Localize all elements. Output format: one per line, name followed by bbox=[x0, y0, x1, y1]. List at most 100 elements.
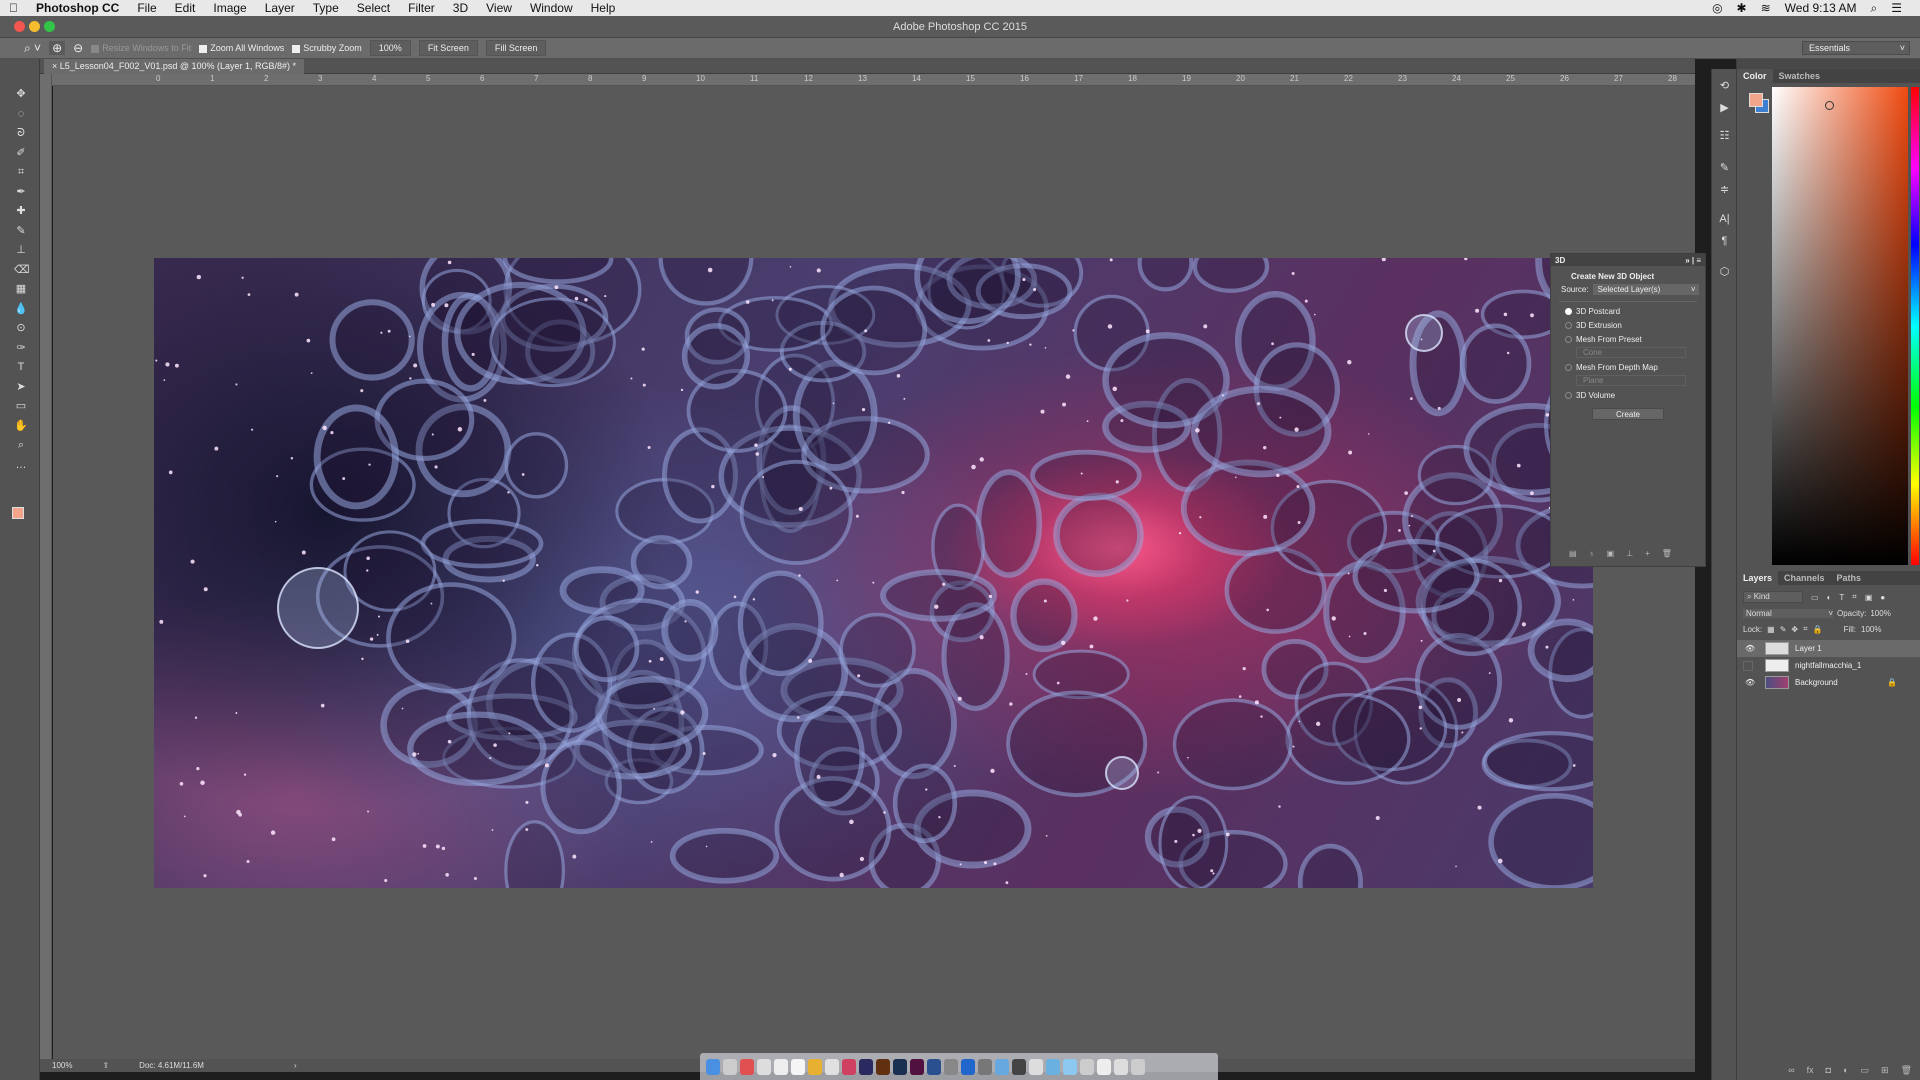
radio-mesh-from-preset[interactable]: Mesh From Preset bbox=[1565, 335, 1705, 344]
dock-app-icon[interactable] bbox=[1080, 1058, 1094, 1075]
dock-app-icon[interactable] bbox=[1097, 1058, 1111, 1075]
tool-icon[interactable]: 💧 bbox=[14, 302, 28, 316]
hue-slider[interactable] bbox=[1911, 87, 1919, 565]
close-window-button[interactable] bbox=[14, 21, 25, 32]
actions-play-icon[interactable]: ▶ bbox=[1717, 101, 1732, 116]
layer-filter-dropdown[interactable]: ⌕ Kind bbox=[1743, 591, 1803, 603]
creative-cloud-icon[interactable]: ◎ bbox=[1712, 1, 1722, 15]
properties-icon[interactable]: ☷ bbox=[1717, 129, 1732, 144]
tool-icon[interactable]: ✐ bbox=[14, 146, 28, 160]
tool-icon[interactable]: … bbox=[14, 458, 28, 472]
dock-app-icon[interactable] bbox=[774, 1058, 788, 1075]
dock-app-icon[interactable] bbox=[944, 1058, 958, 1075]
document-image[interactable] bbox=[154, 258, 1593, 888]
menu-filter[interactable]: Filter bbox=[399, 1, 444, 15]
dock-app-icon[interactable] bbox=[910, 1058, 924, 1075]
create-button[interactable]: Create bbox=[1592, 408, 1664, 420]
tab-layers[interactable]: Layers bbox=[1737, 571, 1779, 585]
tab-color[interactable]: Color bbox=[1737, 69, 1773, 83]
panel-menu-icon[interactable]: » | ≡ bbox=[1685, 256, 1705, 265]
tool-icon[interactable]: ✋ bbox=[14, 419, 28, 433]
tab-swatches[interactable]: Swatches bbox=[1773, 69, 1827, 83]
menu-select[interactable]: Select bbox=[348, 1, 399, 15]
share-icon[interactable]: ⇪ bbox=[102, 1061, 109, 1070]
color-picker-handle[interactable] bbox=[1825, 101, 1834, 110]
dock-app-icon[interactable] bbox=[1063, 1058, 1077, 1075]
lock-artboard-icon[interactable]: ⌗ bbox=[1803, 624, 1808, 634]
radio-mesh-from-depth-map[interactable]: Mesh From Depth Map bbox=[1565, 363, 1705, 372]
adjustments-icon[interactable]: ≑ bbox=[1717, 183, 1732, 198]
zoom-all-windows-checkbox[interactable]: Zoom All Windows bbox=[199, 43, 284, 53]
dock-app-icon[interactable] bbox=[1029, 1058, 1043, 1075]
document-tab[interactable]: × L5_Lesson04_F002_V01.psd @ 100% (Layer… bbox=[44, 59, 305, 74]
workspace-dropdown[interactable]: Essentials ˅ bbox=[1802, 41, 1910, 55]
tool-icon[interactable]: ▭ bbox=[14, 399, 28, 413]
zoom-out-icon[interactable]: ⊖ bbox=[73, 41, 83, 55]
filter-toggle[interactable]: ● bbox=[1880, 593, 1885, 602]
tool-icon[interactable]: ➤ bbox=[14, 380, 28, 394]
zoom-window-button[interactable] bbox=[44, 21, 55, 32]
visibility-eye-icon[interactable]: 👁 bbox=[1745, 674, 1755, 691]
color-field[interactable] bbox=[1772, 87, 1908, 565]
menu-edit[interactable]: Edit bbox=[166, 1, 205, 15]
dock-app-icon[interactable] bbox=[1114, 1058, 1128, 1075]
filter-adjustment-icon[interactable]: ◐ bbox=[1827, 593, 1832, 602]
dock-app-icon[interactable] bbox=[1012, 1058, 1026, 1075]
tool-icon[interactable]: ◌ bbox=[14, 107, 28, 121]
lock-transparency-icon[interactable]: ▦ bbox=[1767, 625, 1775, 634]
adjustment-layer-icon[interactable]: ◐ bbox=[1843, 1065, 1848, 1076]
dock-app-icon[interactable] bbox=[995, 1058, 1009, 1075]
dock-app-icon[interactable] bbox=[791, 1058, 805, 1075]
clock[interactable]: Wed 9:13 AM bbox=[1785, 1, 1857, 15]
zoom-value-field[interactable]: 100% bbox=[369, 40, 411, 56]
add-icon[interactable]: + bbox=[1645, 549, 1650, 558]
layer-row-background[interactable]: 👁 Background 🔒 bbox=[1737, 674, 1920, 691]
lock-position-icon[interactable]: ✥ bbox=[1791, 625, 1798, 634]
dock-app-icon[interactable] bbox=[893, 1058, 907, 1075]
history-icon[interactable]: ⟲ bbox=[1717, 79, 1732, 94]
tool-icon[interactable]: ⌫ bbox=[14, 263, 30, 277]
menu-file[interactable]: File bbox=[128, 1, 165, 15]
delete-layer-icon[interactable]: 🗑 bbox=[1901, 1065, 1912, 1076]
layer-name[interactable]: nightfallmacchia_1 bbox=[1795, 657, 1861, 674]
3d-panel-tab[interactable]: 3D bbox=[1555, 256, 1565, 265]
visibility-toggle-off[interactable] bbox=[1743, 661, 1753, 671]
menu-type[interactable]: Type bbox=[304, 1, 348, 15]
zoom-level[interactable]: 100% bbox=[52, 1061, 72, 1070]
opacity-field[interactable]: 100% bbox=[1870, 609, 1890, 618]
add-mask-icon[interactable]: ◘ bbox=[1826, 1065, 1831, 1076]
radio-3d-postcard[interactable]: 3D Postcard bbox=[1565, 307, 1705, 316]
character-icon[interactable]: A| bbox=[1717, 213, 1732, 228]
tool-icon[interactable]: ✒ bbox=[14, 185, 28, 199]
link-layers-icon[interactable]: ∞ bbox=[1788, 1065, 1794, 1076]
resize-windows-checkbox[interactable]: Resize Windows to Fit bbox=[91, 43, 191, 53]
tool-icon[interactable]: T bbox=[14, 360, 28, 374]
foreground-color-swatch[interactable] bbox=[12, 507, 24, 519]
radio-3d-volume[interactable]: 3D Volume bbox=[1565, 391, 1705, 400]
filter-smart-object-icon[interactable]: ▣ bbox=[1865, 593, 1873, 602]
filter-type-icon[interactable]: T bbox=[1839, 593, 1844, 602]
close-tab-icon[interactable]: × bbox=[52, 61, 60, 71]
lock-all-icon[interactable]: 🔒 bbox=[1813, 625, 1823, 634]
tool-icon[interactable]: ✎ bbox=[14, 224, 28, 238]
scrubby-zoom-checkbox[interactable]: Scrubby Zoom bbox=[292, 43, 362, 53]
tool-icon[interactable]: ✥ bbox=[14, 87, 28, 101]
light-icon[interactable]: ♁ bbox=[1589, 549, 1595, 558]
minimize-window-button[interactable] bbox=[29, 21, 40, 32]
tool-icon[interactable]: ⌗ bbox=[14, 165, 28, 179]
paragraph-icon[interactable]: ¶ bbox=[1717, 235, 1732, 250]
tool-icon[interactable]: ⊙ bbox=[14, 321, 28, 335]
tool-icon[interactable]: ⊥ bbox=[14, 243, 28, 257]
visibility-eye-icon[interactable]: 👁 bbox=[1745, 640, 1755, 657]
vertical-ruler[interactable] bbox=[40, 74, 52, 1060]
dock-app-icon[interactable] bbox=[706, 1058, 720, 1075]
foreground-swatch[interactable] bbox=[1749, 93, 1763, 107]
dock-app-icon[interactable] bbox=[825, 1058, 839, 1075]
dock-app-icon[interactable] bbox=[1131, 1058, 1145, 1075]
fill-screen-button[interactable]: Fill Screen bbox=[485, 40, 547, 56]
layer-style-icon[interactable]: fx bbox=[1807, 1065, 1814, 1076]
new-layer-icon[interactable]: ⊞ bbox=[1881, 1065, 1889, 1076]
fill-field[interactable]: 100% bbox=[1861, 625, 1881, 634]
tool-icon[interactable]: ᘐ bbox=[14, 126, 28, 140]
radio-3d-extrusion[interactable]: 3D Extrusion bbox=[1565, 321, 1705, 330]
